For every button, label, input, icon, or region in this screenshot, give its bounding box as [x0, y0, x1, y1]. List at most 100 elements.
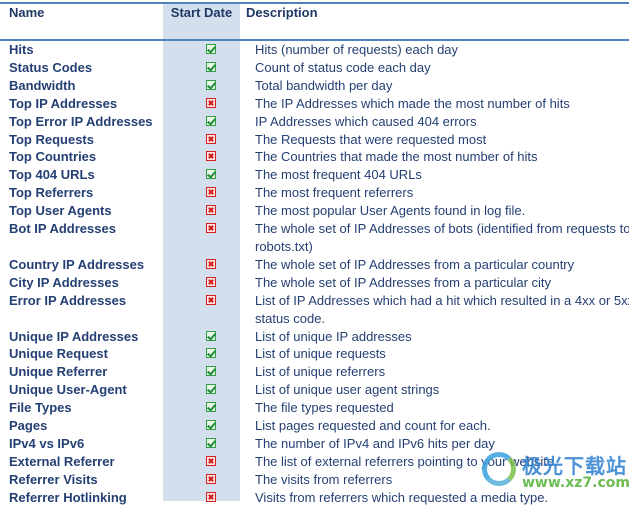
- row-description: The Requests that were requested most: [249, 131, 629, 149]
- row-name: Unique Request: [9, 346, 108, 362]
- feature-table: Hits Hits (number of requests) each day St…: [0, 41, 629, 507]
- row-name: Top Countries: [9, 149, 97, 165]
- table-row: Hits Hits (number of requests) each day: [0, 41, 629, 59]
- red-x-box-icon: [205, 187, 216, 198]
- table-row: Pages List pages requested and count for …: [0, 417, 629, 435]
- green-check-box-icon: [205, 348, 216, 359]
- green-check-box-icon: [205, 420, 216, 431]
- row-name: External Referrer: [9, 453, 115, 469]
- row-name: Unique Referrer: [9, 364, 108, 380]
- row-description-text: The whole set of IP Addresses from a par…: [255, 256, 575, 272]
- row-description: The list of external referrers pointing …: [249, 453, 629, 471]
- table-row: File Types The file types requested: [0, 399, 629, 417]
- red-x-box-icon: [205, 294, 216, 305]
- feature-table-page: Name Start Date Description Hits Hits (nu…: [0, 0, 629, 505]
- table-row: Top Referrers The most frequent referrers: [0, 184, 629, 202]
- row-name: Top Error IP Addresses: [9, 113, 153, 129]
- row-start-date: [172, 345, 249, 363]
- row-description: Hits (number of requests) each day: [249, 41, 629, 59]
- red-x-box-icon: [205, 455, 216, 466]
- row-description: IP Addresses which caused 404 errors: [249, 113, 629, 131]
- row-description: The whole set of IP Addresses of bots (i…: [249, 220, 629, 256]
- row-start-date: [172, 59, 249, 77]
- row-description: The whole set of IP Addresses from a par…: [249, 256, 629, 274]
- row-name: IPv4 vs IPv6: [9, 435, 85, 451]
- row-description: Count of status code each day: [249, 59, 629, 77]
- row-description: The most frequent 404 URLs: [249, 166, 629, 184]
- row-description-text: The IP Addresses which made the most num…: [255, 95, 570, 111]
- green-check-box-icon: [205, 437, 216, 448]
- row-description: List of unique user agent strings: [249, 381, 629, 399]
- table-row: Top 404 URLs The most frequent 404 URLs: [0, 166, 629, 184]
- row-description: List of unique requests: [249, 345, 629, 363]
- row-name: Referrer Hotlinking: [9, 489, 127, 505]
- row-name: Top 404 URLs: [9, 167, 95, 183]
- row-description: The most popular User Agents found in lo…: [249, 202, 629, 220]
- red-x-box-icon: [205, 473, 216, 484]
- row-start-date: [172, 381, 249, 399]
- row-name: File Types: [9, 400, 72, 416]
- red-x-box-icon: [205, 133, 216, 144]
- row-name: Top Referrers: [9, 185, 94, 201]
- red-x-box-icon: [205, 258, 216, 269]
- table-row: City IP Addresses The whole set of IP Add…: [0, 274, 629, 292]
- table-row: Referrer Hotlinking Visits from referrers…: [0, 489, 629, 507]
- row-description-text: List of unique user agent strings: [255, 382, 440, 398]
- row-description-text: The whole set of IP Addresses from a par…: [255, 274, 552, 290]
- row-start-date: [172, 77, 249, 95]
- row-description-text: The Requests that were requested most: [255, 131, 487, 147]
- row-description: The file types requested: [249, 399, 629, 417]
- table-row: Top Error IP Addresses IP Addresses which…: [0, 113, 629, 131]
- header-start-date: Start Date: [170, 5, 233, 20]
- row-description: The most frequent referrers: [249, 184, 629, 202]
- row-description-text: The most frequent 404 URLs: [255, 167, 422, 183]
- row-name: Error IP Addresses: [9, 292, 127, 308]
- row-start-date: [172, 292, 249, 328]
- row-description-text: List of unique requests: [255, 346, 386, 362]
- row-start-date: [172, 399, 249, 417]
- red-x-box-icon: [205, 223, 216, 234]
- table-row: External Referrer The list of external re…: [0, 453, 629, 471]
- row-start-date: [172, 148, 249, 166]
- row-description: The number of IPv4 and IPv6 hits per day: [249, 435, 629, 453]
- row-description: List of IP Addresses which had a hit whi…: [249, 292, 629, 328]
- row-start-date: [172, 41, 249, 59]
- row-description-text: List pages requested and count for each.: [255, 418, 491, 434]
- table-row: Error IP Addresses List of IP Addresses w…: [0, 292, 629, 328]
- row-description-text: Hits (number of requests) each day: [255, 42, 459, 57]
- row-description-text: List of unique IP addresses: [255, 328, 412, 344]
- table-row: Top Requests The Requests that were reque…: [0, 131, 629, 149]
- table-row: Country IP Addresses The whole set of IP …: [0, 256, 629, 274]
- row-description-text: The file types requested: [255, 400, 394, 416]
- red-x-box-icon: [205, 491, 216, 502]
- row-name: Unique IP Addresses: [9, 328, 139, 344]
- row-start-date: [172, 489, 249, 507]
- row-start-date: [172, 363, 249, 381]
- row-name: City IP Addresses: [9, 274, 119, 290]
- table-row: Unique User-Agent List of unique user age…: [0, 381, 629, 399]
- row-name: Unique User-Agent: [9, 382, 127, 398]
- table-row: Top Countries The Countries that made the…: [0, 148, 629, 166]
- row-description-text: IP Addresses which caused 404 errors: [255, 113, 477, 129]
- green-check-box-icon: [205, 79, 216, 90]
- row-description: The IP Addresses which made the most num…: [249, 95, 629, 113]
- green-check-box-icon: [205, 169, 216, 180]
- table-row: Unique Request List of unique requests: [0, 345, 629, 363]
- header-name: Name: [9, 5, 45, 20]
- row-description-text: The Countries that made the most number …: [255, 149, 538, 165]
- row-start-date: [172, 131, 249, 149]
- row-name: Hits: [9, 42, 34, 57]
- table-row: Bot IP Addresses The whole set of IP Addr…: [0, 220, 629, 256]
- row-description-text: The whole set of IP Addresses of bots (i…: [255, 221, 629, 254]
- table-row: Top IP Addresses The IP Addresses which m…: [0, 95, 629, 113]
- row-start-date: [172, 202, 249, 220]
- red-x-box-icon: [205, 276, 216, 287]
- row-description-text: The number of IPv4 and IPv6 hits per day: [255, 435, 495, 451]
- table-row: Top User Agents The most popular User Age…: [0, 202, 629, 220]
- row-description: List pages requested and count for each.: [249, 417, 629, 435]
- green-check-box-icon: [205, 402, 216, 413]
- green-check-box-icon: [205, 330, 216, 341]
- row-description: Visits from referrers which requested a …: [249, 489, 629, 507]
- row-start-date: [172, 435, 249, 453]
- row-name: Country IP Addresses: [9, 256, 145, 272]
